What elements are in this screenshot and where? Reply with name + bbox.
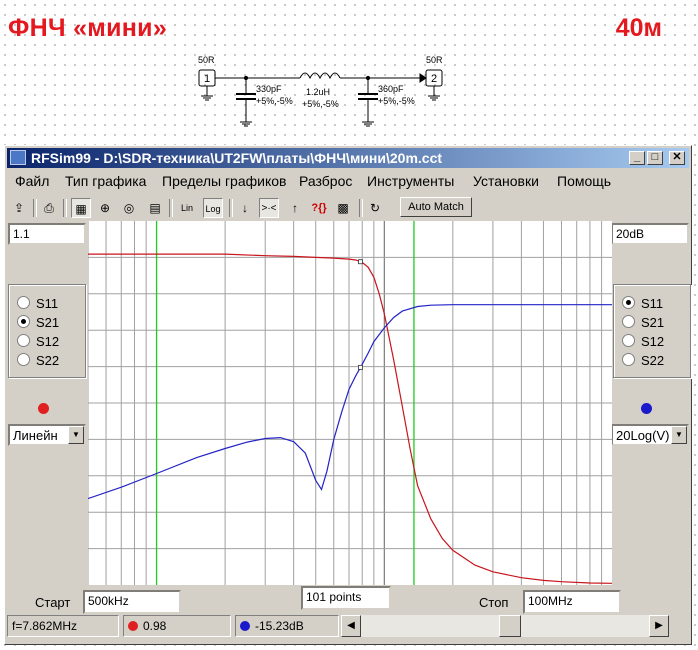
l1-tol: +5%,-5% [302, 99, 339, 109]
c2-tol: +5%,-5% [378, 96, 415, 106]
trace-s11 [88, 304, 612, 500]
app-icon [10, 150, 26, 165]
start-frequency-field[interactable]: 500kHz [83, 590, 181, 614]
menu-bar: Файл Тип графика Пределы графиков Разбро… [7, 170, 689, 192]
right-radio-s22[interactable]: S22 [622, 353, 664, 368]
left-radio-s21[interactable]: S21 [17, 315, 59, 330]
cursor-marker-s11 [358, 364, 363, 370]
right-trace-indicator [641, 403, 652, 414]
menu-file[interactable]: Файл [15, 173, 49, 189]
left-trace-indicator [38, 403, 49, 414]
arrow-up-icon[interactable]: ↑ [285, 198, 305, 218]
port2-label: 50R [426, 55, 443, 65]
c1-tol: +5%,-5% [256, 96, 293, 106]
polar-plot-icon[interactable]: ◎ [119, 198, 139, 218]
filter-schematic: 50R 1 330pF +5%,-5% 1.2uH +5%,-5% 360pF … [198, 55, 443, 127]
menu-tolerance[interactable]: Разброс [299, 173, 352, 189]
inductor-symbol [299, 72, 341, 80]
left-param-group: S11 S21 S12 S22 [8, 284, 86, 378]
export-icon[interactable]: ⇪ [9, 198, 29, 218]
menu-graph-type[interactable]: Тип графика [65, 173, 146, 189]
rect-plot-icon[interactable]: ▦ [71, 198, 91, 218]
scroll-left-icon[interactable]: ◀ [341, 615, 361, 637]
status-frequency: f=7.862MHz [7, 615, 119, 637]
arrow-down-icon[interactable]: ↓ [235, 198, 255, 218]
toolbar: ⇪ ⎙ ▦ ⊕ ◎ ▤ Lin Log ↓ >·< ↑ ?{} ▩ ↻ [7, 196, 689, 220]
smith-chart-icon[interactable]: ⊕ [95, 198, 115, 218]
scroll-right-icon[interactable]: ▶ [649, 615, 669, 637]
c1-value: 330pF [256, 84, 282, 94]
stop-label: Стоп [479, 595, 509, 610]
chevron-down-icon: ▼ [68, 426, 84, 444]
print-icon[interactable]: ⎙ [39, 198, 59, 218]
log-scale-icon[interactable]: Log [203, 198, 223, 218]
left-radio-s22[interactable]: S22 [17, 353, 59, 368]
stop-frequency-field[interactable]: 100MHz [523, 590, 621, 614]
window-title: RFSim99 - D:\SDR-техника\UT2FW\платы\ФНЧ… [31, 150, 443, 166]
page-title: ФНЧ «мини» [8, 14, 168, 42]
band-label: 40м [615, 14, 662, 42]
menu-tools[interactable]: Инструменты [367, 173, 454, 189]
trace-s21 [88, 253, 612, 584]
port1-number: 1 [204, 73, 210, 85]
left-dot-icon [128, 621, 138, 631]
points-field[interactable]: 101 points [301, 586, 391, 610]
left-mode-select[interactable]: Линейн ▼ [8, 424, 86, 446]
start-label: Старт [35, 595, 71, 610]
frequency-scrollbar[interactable]: ◀ ▶ [341, 615, 669, 637]
chevron-down-icon: ▼ [671, 426, 687, 444]
table-icon[interactable]: ▤ [145, 198, 165, 218]
c2-value: 360pF [378, 84, 404, 94]
response-plot[interactable] [88, 221, 612, 585]
right-dot-icon [240, 621, 250, 631]
l1-value: 1.2uH [306, 87, 330, 97]
scroll-thumb[interactable] [499, 615, 521, 637]
status-right-value: -15.23dB [235, 615, 339, 637]
minimize-button[interactable]: _ [629, 151, 645, 165]
left-scale-field[interactable]: 1.1 [8, 223, 86, 245]
help-icon[interactable]: ?{} [309, 198, 329, 218]
cursor-marker-s21 [358, 259, 363, 265]
right-radio-s11[interactable]: S11 [622, 296, 663, 311]
status-left-value: 0.98 [123, 615, 231, 637]
close-button[interactable]: ✕ [669, 151, 685, 165]
left-radio-s12[interactable]: S12 [17, 334, 59, 349]
auto-match-button[interactable]: Auto Match [400, 197, 472, 217]
lin-scale-icon[interactable]: Lin [177, 198, 197, 218]
menu-help[interactable]: Помощь [557, 173, 611, 189]
menu-graph-limits[interactable]: Пределы графиков [162, 173, 286, 189]
maximize-button[interactable]: □ [647, 151, 663, 165]
window-titlebar[interactable]: RFSim99 - D:\SDR-техника\UT2FW\платы\ФНЧ… [7, 148, 689, 168]
right-mode-select[interactable]: 20Log(V) ▼ [611, 424, 689, 446]
narrow-icon[interactable]: >·< [259, 198, 279, 218]
port1-label: 50R [198, 55, 215, 65]
right-radio-s12[interactable]: S12 [622, 334, 664, 349]
rfsim-window: RFSim99 - D:\SDR-техника\UT2FW\платы\ФНЧ… [4, 145, 692, 645]
port2-number: 2 [431, 73, 437, 85]
component-icon[interactable]: ▩ [333, 198, 353, 218]
right-param-group: S11 S21 S12 S22 [613, 284, 691, 378]
left-radio-s11[interactable]: S11 [17, 296, 58, 311]
menu-settings[interactable]: Установки [473, 173, 539, 189]
reset-icon[interactable]: ↻ [365, 198, 385, 218]
right-scale-field[interactable]: 20dB [611, 223, 689, 245]
right-radio-s21[interactable]: S21 [622, 315, 664, 330]
